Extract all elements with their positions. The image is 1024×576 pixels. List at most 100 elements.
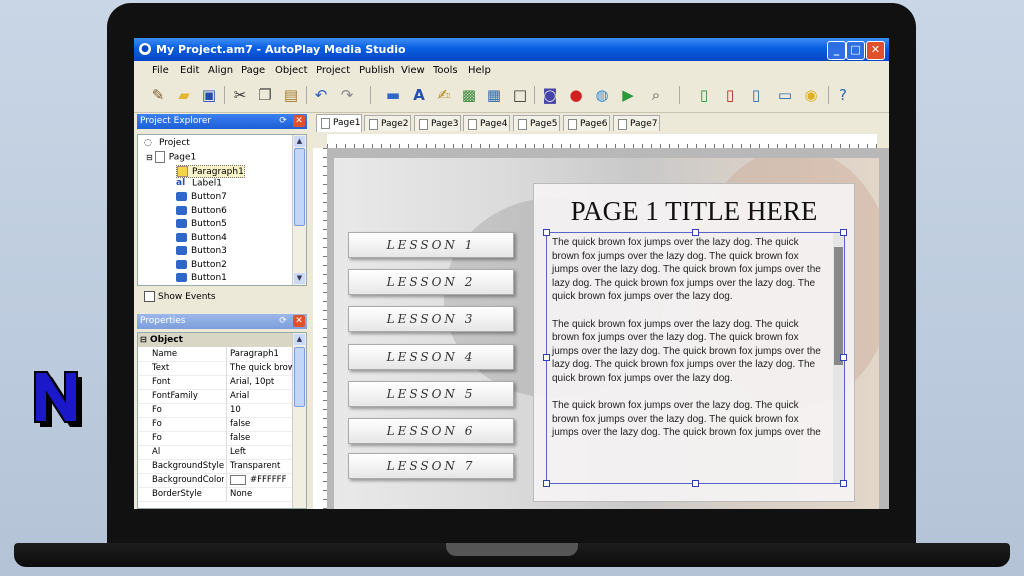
maximize-button[interactable]: □ [846, 41, 865, 60]
tree-item-button6[interactable]: Button6 [176, 206, 227, 216]
property-row[interactable]: BorderStyle None [138, 487, 295, 502]
publish-icon[interactable]: ▶ [618, 85, 638, 105]
minimize-button[interactable]: _ [827, 41, 846, 60]
scroll-down-icon[interactable]: ▼ [294, 273, 305, 284]
menu-publish[interactable]: Publish [359, 65, 395, 76]
resize-handle[interactable] [692, 480, 699, 487]
cd-icon[interactable]: ◉ [801, 85, 821, 105]
property-row[interactable]: Fo false [138, 431, 295, 446]
lesson-1-button[interactable]: LESSON 1 [348, 232, 514, 258]
resize-handle[interactable] [840, 354, 847, 361]
tree-item-page1[interactable]: ⊟ Page1 [146, 151, 196, 163]
resize-handle[interactable] [840, 229, 847, 236]
property-row[interactable]: Fo false [138, 417, 295, 432]
tab-page2[interactable]: Page2 [364, 115, 411, 131]
tree-item-project[interactable]: ◌ Project [144, 138, 190, 148]
page-preview-icon[interactable]: ▯ [746, 85, 766, 105]
property-row[interactable]: Name Paragraph1 [138, 347, 295, 362]
computer-icon[interactable]: ▭ [775, 85, 795, 105]
lesson-4-button[interactable]: LESSON 4 [348, 344, 514, 370]
help-icon[interactable]: ? [833, 85, 853, 105]
tree-item-button5[interactable]: Button5 [176, 219, 227, 229]
label-object-icon[interactable]: A [409, 85, 429, 105]
properties-section[interactable]: ⊟ Object [138, 333, 295, 347]
tree-item-label1[interactable]: al Label1 [176, 178, 222, 189]
scrollbar-thumb[interactable] [834, 247, 843, 365]
scroll-up-icon[interactable]: ▲ [294, 136, 305, 147]
tree-item-button4[interactable]: Button4 [176, 233, 227, 243]
property-row[interactable]: Fo 10 [138, 403, 295, 418]
menu-page[interactable]: Page [241, 65, 265, 76]
frame-object-icon[interactable]: □ [510, 85, 530, 105]
undo-icon[interactable]: ↶ [311, 85, 331, 105]
property-row[interactable]: Text The quick brown [138, 361, 298, 376]
redo-icon[interactable]: ↷ [337, 85, 357, 105]
close-icon[interactable]: ✕ [293, 115, 305, 127]
lesson-2-button[interactable]: LESSON 2 [348, 269, 514, 295]
tree-item-button1[interactable]: Button1 [176, 273, 227, 283]
resize-handle[interactable] [543, 229, 550, 236]
tab-page5[interactable]: Page5 [513, 115, 560, 131]
resize-handle[interactable] [543, 354, 550, 361]
pin-icon[interactable]: ⟳ [277, 315, 289, 327]
paragraph-object-icon[interactable]: ✍ [434, 85, 454, 105]
menu-tools[interactable]: Tools [433, 65, 458, 76]
property-row[interactable]: Font Arial, 10pt [138, 375, 295, 390]
wand-icon[interactable]: ✎ [148, 85, 168, 105]
resize-handle[interactable] [543, 480, 550, 487]
tab-page6[interactable]: Page6 [563, 115, 610, 131]
properties-scrollbar[interactable]: ▲ [292, 333, 306, 508]
page-icon[interactable]: ▯ [720, 85, 740, 105]
copy-icon[interactable]: ❐ [255, 85, 275, 105]
close-icon[interactable]: ✕ [293, 315, 305, 327]
show-events-checkbox[interactable]: Show Events [144, 291, 216, 302]
resize-handle[interactable] [692, 229, 699, 236]
lesson-3-button[interactable]: LESSON 3 [348, 306, 514, 332]
tree-item-button3[interactable]: Button3 [176, 246, 227, 256]
open-folder-icon[interactable]: ▰ [174, 85, 194, 105]
paste-icon[interactable]: ▤ [281, 85, 301, 105]
grid-object-icon[interactable]: ▦ [484, 85, 504, 105]
menu-help[interactable]: Help [468, 65, 491, 76]
design-canvas[interactable]: LESSON 1 LESSON 2 LESSON 3 LESSON 4 LESS… [334, 158, 879, 509]
lesson-7-button[interactable]: LESSON 7 [348, 453, 514, 479]
web-object-icon[interactable]: ◍ [592, 85, 612, 105]
search-icon[interactable]: ⌕ [646, 85, 666, 105]
collapse-icon[interactable]: ⊟ [140, 333, 147, 347]
tree-item-paragraph1[interactable]: Paragraph1 [176, 165, 245, 178]
scroll-up-icon[interactable]: ▲ [294, 334, 305, 345]
menu-align[interactable]: Align [208, 65, 233, 76]
property-row[interactable]: Al Left [138, 445, 295, 460]
tab-page1[interactable]: Page1 [316, 114, 362, 132]
tab-page3[interactable]: Page3 [414, 115, 461, 131]
tree-scrollbar[interactable]: ▲ ▼ [292, 135, 306, 285]
image-object-icon[interactable]: ▩ [459, 85, 479, 105]
menu-view[interactable]: View [401, 65, 425, 76]
flash-object-icon[interactable]: ● [566, 85, 586, 105]
video-object-icon[interactable]: ◙ [540, 85, 560, 105]
tab-page4[interactable]: Page4 [463, 115, 510, 131]
scrollbar-thumb[interactable] [294, 347, 305, 407]
resize-handle[interactable] [840, 480, 847, 487]
menu-object[interactable]: Object [275, 65, 308, 76]
lesson-5-button[interactable]: LESSON 5 [348, 381, 514, 407]
property-row[interactable]: BackgroundStyle Transparent [138, 459, 295, 474]
property-row[interactable]: FontFamily Arial [138, 389, 295, 404]
close-button[interactable]: ✕ [866, 41, 885, 60]
add-page-icon[interactable]: ▯ [694, 85, 714, 105]
expand-icon[interactable]: ⊟ [146, 153, 153, 162]
tree-item-button7[interactable]: Button7 [176, 192, 227, 202]
property-row[interactable]: BackgroundColor #FFFFFF [138, 473, 295, 488]
cut-icon[interactable]: ✂ [230, 85, 250, 105]
save-icon[interactable]: ▣ [199, 85, 219, 105]
menu-project[interactable]: Project [316, 65, 350, 76]
page-title[interactable]: PAGE 1 TITLE HERE [534, 196, 854, 227]
menu-file[interactable]: File [152, 65, 169, 76]
lesson-6-button[interactable]: LESSON 6 [348, 418, 514, 444]
menu-edit[interactable]: Edit [180, 65, 199, 76]
tab-page7[interactable]: Page7 [613, 115, 660, 131]
paragraph-object[interactable]: The quick brown fox jumps over the lazy … [546, 232, 845, 484]
tree-item-button2[interactable]: Button2 [176, 260, 227, 270]
checkbox[interactable] [144, 291, 155, 302]
pin-icon[interactable]: ⟳ [277, 115, 289, 127]
